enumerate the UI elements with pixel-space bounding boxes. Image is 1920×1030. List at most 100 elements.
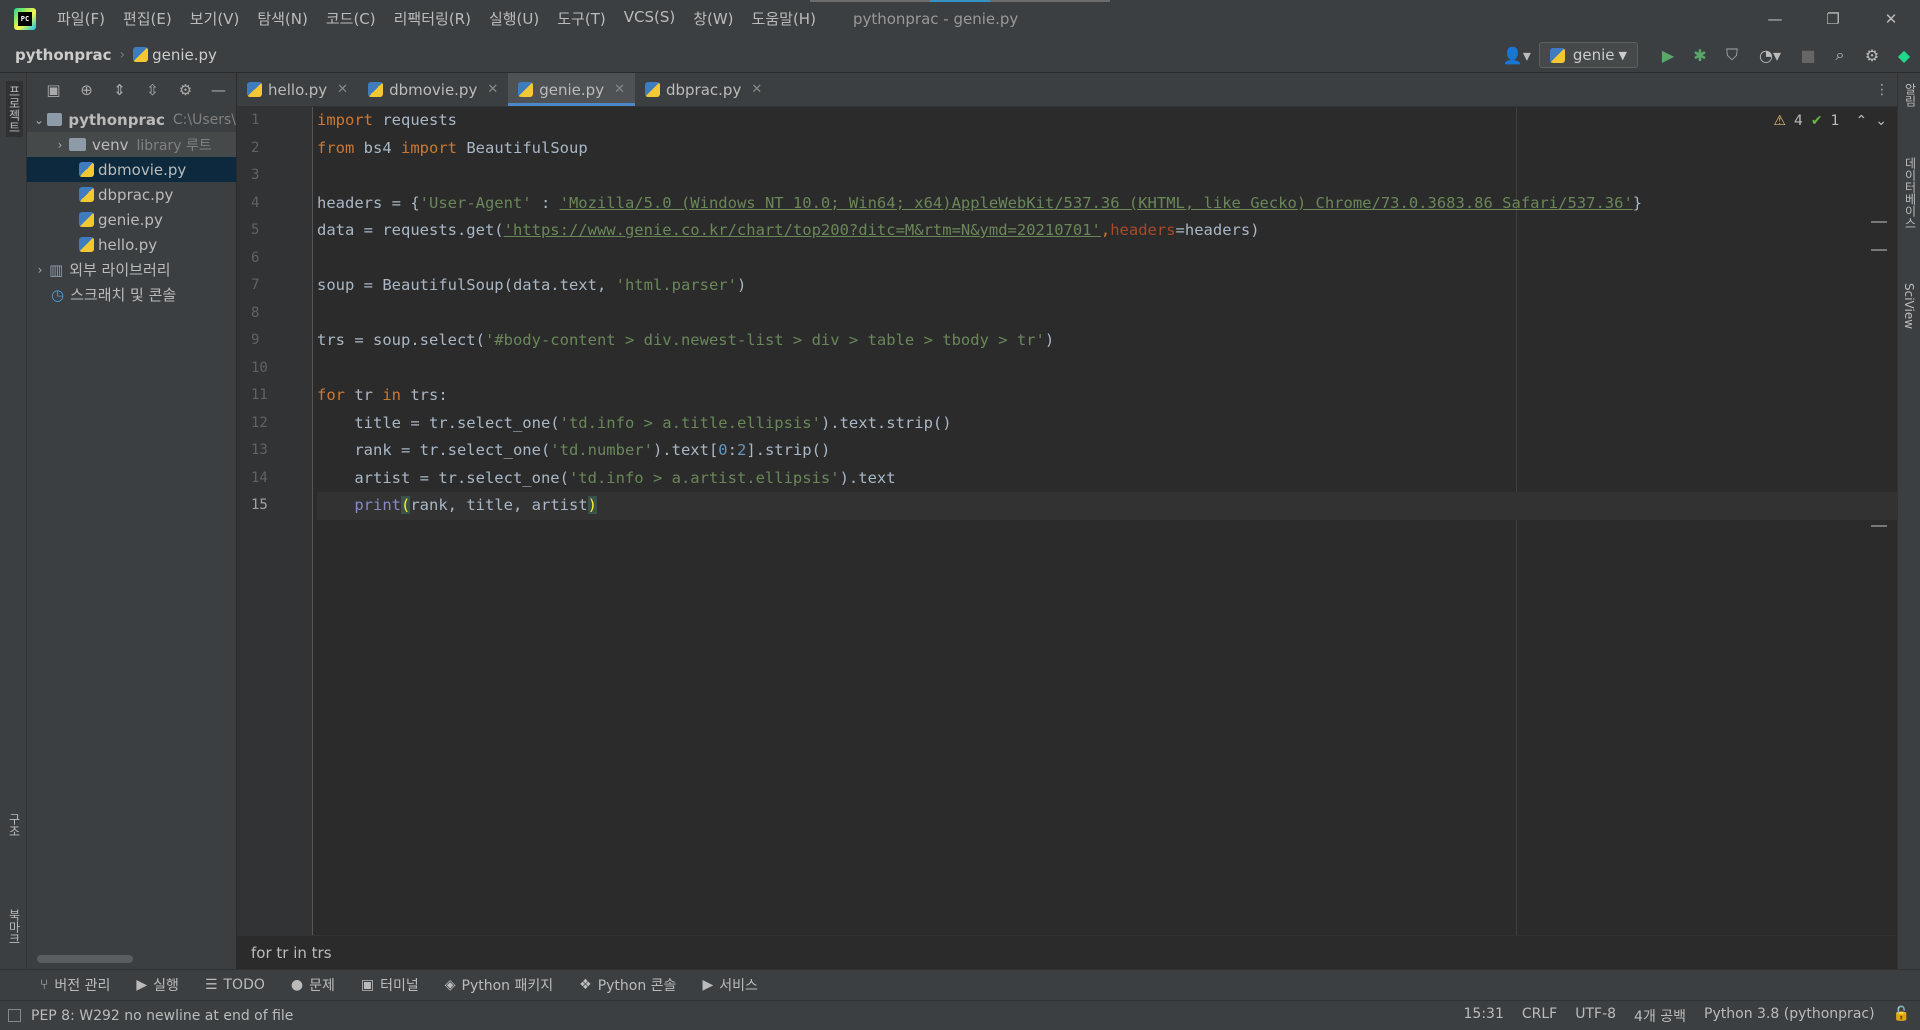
project-tool-tab[interactable]: 프로젝트 (6, 81, 23, 137)
code-line[interactable]: artist = tr.select_one('td.info > a.arti… (317, 465, 1897, 493)
options-gear-icon[interactable]: ⚙ (169, 81, 202, 99)
tool-terminal[interactable]: ▣ 터미널 (361, 975, 419, 995)
tab-dbmovie[interactable]: dbmovie.py ✕ (358, 73, 508, 106)
tool-python-packages[interactable]: ◈ Python 패키지 (445, 975, 553, 995)
collapse-arrow-icon[interactable]: › (31, 263, 49, 277)
coverage-icon[interactable]: ⛉ (1716, 37, 1748, 73)
menu-view[interactable]: 보기(V) (181, 8, 249, 29)
close-tab-icon[interactable]: ✕ (751, 82, 762, 97)
jetbrains-toolbox-icon[interactable]: ◆ (1888, 37, 1920, 73)
tree-venv[interactable]: › venv library 루트 (27, 132, 236, 157)
error-stripe-marker[interactable] (1871, 249, 1887, 251)
code-line-current[interactable]: print(rank, title, artist) (317, 492, 1897, 520)
code-editor[interactable]: import requests from bs4 import Beautifu… (317, 107, 1897, 935)
menu-vcs[interactable]: VCS(S) (615, 8, 684, 29)
notifications-tool-tab[interactable]: 알림 (1902, 83, 1919, 107)
tree-file[interactable]: dbmovie.py (27, 157, 236, 182)
sciview-tool-tab[interactable]: SciView (1902, 283, 1916, 329)
user-account-icon[interactable]: 👤▾ (1495, 37, 1539, 73)
error-stripe-marker[interactable] (1871, 525, 1887, 527)
next-highlight-icon[interactable]: ⌄ (1875, 113, 1887, 129)
tab-dbprac[interactable]: dbprac.py ✕ (635, 73, 772, 106)
tree-file[interactable]: hello.py (27, 232, 236, 257)
tab-hello[interactable]: hello.py ✕ (237, 73, 358, 106)
lock-icon[interactable]: 🔓 (1893, 1006, 1910, 1026)
close-tab-icon[interactable]: ✕ (487, 82, 498, 97)
tab-genie[interactable]: genie.py ✕ (508, 73, 635, 106)
code-line[interactable]: headers = {'User-Agent' : 'Mozilla/5.0 (… (317, 190, 1897, 218)
code-line[interactable]: title = tr.select_one('td.info > a.title… (317, 410, 1897, 438)
code-line-empty[interactable] (317, 355, 1897, 383)
tool-services[interactable]: ▶ 서비스 (702, 975, 757, 995)
menu-run[interactable]: 실행(U) (480, 8, 548, 29)
code-line-empty[interactable] (317, 162, 1897, 190)
error-stripe-marker[interactable] (1871, 221, 1887, 223)
collapse-arrow-icon[interactable]: › (51, 138, 69, 152)
code-line-empty[interactable] (317, 300, 1897, 328)
profile-icon[interactable]: ◔▾ (1748, 37, 1792, 73)
structure-tool-tab[interactable]: 구조 (6, 813, 23, 837)
run-icon[interactable]: ▶ (1652, 37, 1684, 73)
tree-scratches[interactable]: ◷ 스크래치 및 콘솔 (27, 282, 236, 307)
restore-button[interactable]: ❐ (1804, 0, 1862, 37)
breadcrumb-context[interactable]: for tr in trs (251, 944, 332, 962)
settings-gear-icon[interactable]: ⚙ (1856, 37, 1888, 73)
search-icon[interactable]: ⌕ (1824, 37, 1856, 73)
database-tool-tab[interactable]: 데이터베이스 (1902, 157, 1919, 229)
tool-python-console[interactable]: ❖ Python 콘솔 (579, 975, 676, 995)
menu-help[interactable]: 도움말(H) (743, 8, 825, 29)
select-opened-file-icon[interactable]: ▣ (37, 81, 70, 99)
status-message[interactable]: PEP 8: W292 no newline at end of file (31, 1008, 293, 1024)
menu-navigate[interactable]: 탐색(N) (248, 8, 317, 29)
menu-tools[interactable]: 도구(T) (548, 8, 614, 29)
breadcrumb-project[interactable]: pythonprac (15, 46, 112, 64)
tool-todo[interactable]: ☰ TODO (205, 977, 265, 993)
locate-icon[interactable]: ⊕ (70, 81, 103, 99)
menu-edit[interactable]: 편집(E) (114, 8, 181, 29)
caret-position[interactable]: 15:31 (1464, 1006, 1504, 1026)
breadcrumb-file[interactable]: genie.py (152, 46, 217, 64)
close-button[interactable]: ✕ (1862, 0, 1920, 37)
file-encoding[interactable]: UTF-8 (1575, 1006, 1616, 1026)
code-line[interactable]: from bs4 import BeautifulSoup (317, 135, 1897, 163)
tree-file[interactable]: dbprac.py (27, 182, 236, 207)
inspection-widget[interactable]: ⚠ 4 ✔ 1 ⌃ ⌄ (1773, 113, 1887, 129)
collapse-all-icon[interactable]: ⇳ (136, 81, 169, 99)
run-configuration-select[interactable]: genie ▼ (1538, 42, 1638, 68)
code-line[interactable]: for tr in trs: (317, 382, 1897, 410)
menu-code[interactable]: 코드(C) (317, 8, 385, 29)
menu-refactor[interactable]: 리팩터링(R) (385, 8, 480, 29)
previous-highlight-icon[interactable]: ⌃ (1856, 113, 1868, 129)
tool-run[interactable]: ▶ 실행 (136, 975, 179, 995)
expand-arrow-icon[interactable]: ⌄ (31, 113, 47, 127)
code-line-empty[interactable] (317, 245, 1897, 273)
expand-all-icon[interactable]: ⇕ (103, 81, 136, 99)
toggle-tool-windows-icon[interactable] (8, 1009, 21, 1022)
debug-icon[interactable]: ✱ (1684, 37, 1716, 73)
close-tab-icon[interactable]: ✕ (337, 82, 348, 97)
code-line[interactable]: import requests (317, 107, 1897, 135)
code-line[interactable]: data = requests.get('https://www.genie.c… (317, 217, 1897, 245)
more-tabs-icon[interactable]: ⋮ (1867, 73, 1897, 106)
code-line[interactable]: trs = soup.select('#body-content > div.n… (317, 327, 1897, 355)
tree-root[interactable]: ⌄ pythonprac C:\Users\ (27, 107, 236, 132)
hide-panel-icon[interactable]: — (202, 81, 235, 99)
stop-icon[interactable]: ■ (1792, 37, 1824, 73)
tree-external-libraries[interactable]: › ▥ 외부 라이브러리 (27, 257, 236, 282)
line-separator[interactable]: CRLF (1522, 1006, 1557, 1026)
tool-problems[interactable]: ● 문제 (291, 975, 335, 995)
tool-version-control[interactable]: ⑂ 버전 관리 (40, 975, 110, 995)
minimize-button[interactable]: — (1746, 0, 1804, 37)
editor-breadcrumb[interactable]: for tr in trs (237, 935, 1897, 969)
code-line[interactable]: soup = BeautifulSoup(data.text, 'html.pa… (317, 272, 1897, 300)
menu-file[interactable]: 파일(F) (48, 8, 114, 29)
horizontal-scrollbar[interactable] (37, 955, 133, 963)
code-line[interactable]: rank = tr.select_one('td.number').text[0… (317, 437, 1897, 465)
close-tab-icon[interactable]: ✕ (614, 82, 625, 97)
bookmarks-tool-tab[interactable]: 북마크 (6, 909, 23, 945)
python-interpreter[interactable]: Python 3.8 (pythonprac) (1704, 1006, 1875, 1026)
url-string-literal[interactable]: 'https://www.genie.co.kr/chart/top200?di… (504, 221, 1101, 239)
indent-setting[interactable]: 4개 공백 (1634, 1006, 1686, 1026)
tree-file[interactable]: genie.py (27, 207, 236, 232)
menu-window[interactable]: 창(W) (684, 8, 742, 29)
